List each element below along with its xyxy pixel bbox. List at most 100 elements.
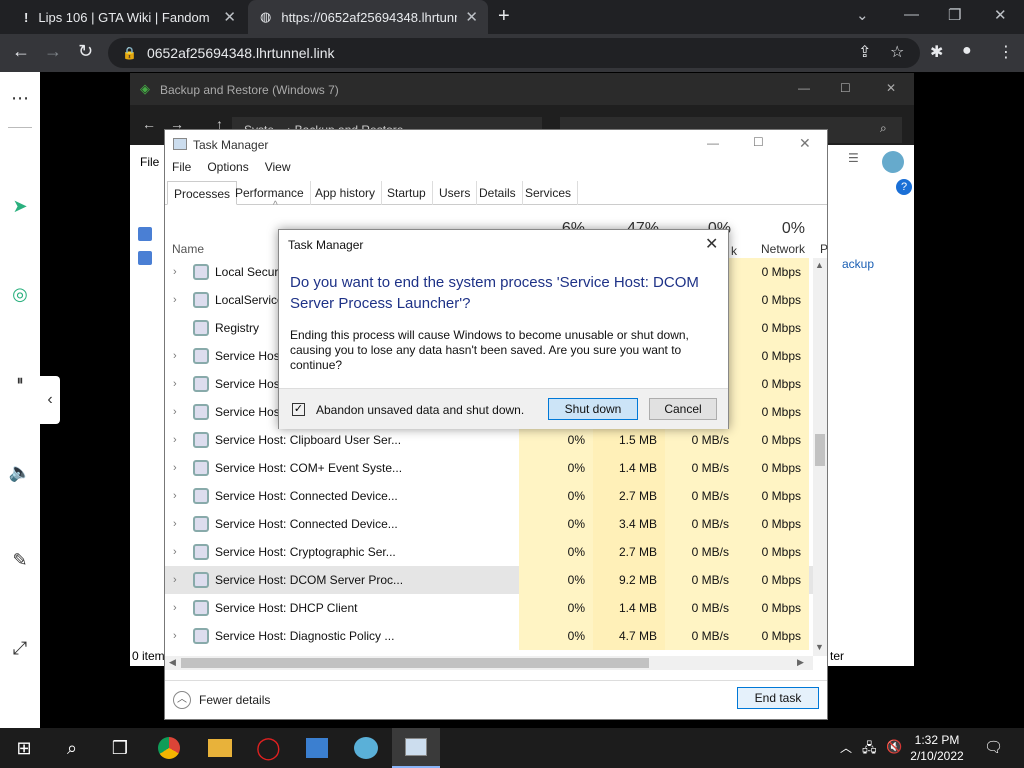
chevron-right-icon[interactable]: › — [173, 574, 177, 586]
maximize-icon[interactable]: ☐ — [753, 135, 764, 149]
chevron-right-icon[interactable]: › — [173, 350, 177, 362]
close-icon[interactable]: ✕ — [799, 135, 811, 152]
restore-icon[interactable]: ❐ — [948, 6, 961, 24]
column-power-partial[interactable]: P — [820, 242, 828, 256]
scroll-thumb[interactable] — [181, 658, 649, 668]
table-row[interactable]: › Service Host: DCOM Server Proc... 0% 9.2 … — [165, 566, 815, 594]
table-row[interactable]: › Service Host: DHCP Client 0% 1.4 MB 0 MB/s… — [165, 594, 815, 622]
abandon-data-checkbox[interactable]: ✓ — [292, 403, 305, 416]
table-row[interactable]: › Service Host: Diagnostic Policy ... 0% 4.… — [165, 622, 815, 650]
end-task-button[interactable]: End task — [737, 687, 819, 709]
tab-performance[interactable]: Performance — [229, 181, 311, 205]
fewer-details-button[interactable]: ︿ Fewer details — [173, 691, 270, 709]
pause-icon[interactable]: ⏸ — [0, 372, 40, 389]
address-bar[interactable]: 🔒 0652af25694348.lhrtunnel.link — [108, 38, 920, 68]
scroll-right-icon[interactable]: ▶ — [797, 657, 804, 668]
close-icon[interactable]: ✕ — [705, 234, 718, 254]
edit-icon[interactable]: ✎ — [0, 550, 40, 571]
backup-link[interactable]: ackup — [842, 257, 874, 271]
file-menu[interactable]: File — [140, 155, 159, 169]
cursor-icon[interactable]: ➤ — [0, 196, 40, 217]
tab-search-icon[interactable]: ⌄ — [856, 6, 869, 24]
browser-tab-fandom[interactable]: ! Lips 106 | GTA Wiki | Fandom ✕ — [12, 0, 246, 34]
column-network-percent[interactable]: 0% — [741, 220, 805, 238]
close-icon[interactable]: ✕ — [886, 81, 896, 95]
column-name[interactable]: Name — [172, 242, 204, 256]
fullscreen-icon[interactable]: ⤢ — [0, 638, 40, 659]
tab-app-history[interactable]: App history — [309, 181, 383, 205]
back-icon[interactable]: ← — [12, 41, 30, 62]
scroll-up-icon[interactable]: ▲ — [815, 260, 824, 270]
scroll-thumb[interactable] — [815, 434, 825, 466]
more-icon[interactable]: ⋯ — [0, 88, 40, 109]
chevron-right-icon[interactable]: › — [173, 602, 177, 614]
chevron-right-icon[interactable]: › — [173, 518, 177, 530]
tab-users[interactable]: Users — [433, 181, 478, 205]
chevron-right-icon[interactable]: › — [173, 434, 177, 446]
bookmark-star-icon[interactable]: ☆ — [890, 42, 904, 62]
back-icon[interactable]: ← — [142, 116, 156, 132]
chevron-right-icon[interactable]: › — [173, 266, 177, 278]
windows-start-icon[interactable]: ⊞ — [12, 736, 36, 760]
toolbar-icon[interactable]: ☰ — [848, 151, 859, 165]
column-network[interactable]: Network — [741, 242, 805, 256]
minimize-icon[interactable]: — — [707, 136, 719, 150]
menu-icon[interactable]: ⋮ — [998, 42, 1014, 62]
help-icon[interactable]: ? — [896, 179, 912, 195]
reload-icon[interactable]: ↻ — [78, 41, 93, 62]
profile-icon[interactable]: ● — [962, 42, 972, 60]
search-icon[interactable]: ⌕ — [60, 736, 84, 760]
cancel-button[interactable]: Cancel — [649, 398, 717, 420]
tab-startup[interactable]: Startup — [381, 181, 433, 205]
volume-icon[interactable]: 🔈 — [0, 462, 40, 483]
share-icon[interactable]: ⇪ — [858, 42, 871, 62]
chevron-right-icon[interactable]: › — [173, 406, 177, 418]
chevron-right-icon[interactable]: › — [173, 546, 177, 558]
new-tab-button[interactable]: + — [498, 5, 510, 28]
table-row[interactable]: › Service Host: Cryptographic Ser... 0% 2.7… — [165, 538, 815, 566]
tab-processes[interactable]: Processes — [167, 181, 238, 205]
table-row[interactable]: › Service Host: Connected Device... 0% 2.7 … — [165, 482, 815, 510]
chevron-right-icon[interactable]: › — [173, 490, 177, 502]
menu-view[interactable]: View — [265, 160, 291, 180]
column-disk-label-partial[interactable]: k — [731, 244, 737, 258]
tab-services[interactable]: Services — [519, 181, 579, 205]
menu-file[interactable]: File — [172, 160, 191, 180]
minimize-icon[interactable]: — — [904, 6, 919, 23]
notifications-icon[interactable]: 🗨 — [984, 738, 1003, 756]
table-row[interactable]: › Service Host: Clipboard User Ser... 0% 1.… — [165, 426, 815, 454]
menu-options[interactable]: Options — [207, 160, 248, 180]
chevron-right-icon[interactable]: › — [173, 378, 177, 390]
network-globe-icon[interactable] — [354, 737, 378, 759]
browser-tab-tunnel[interactable]: ◍ https://0652af25694348.lhrtunnel.link … — [248, 0, 488, 34]
shutdown-button[interactable]: Shut down — [548, 398, 638, 420]
close-window-icon[interactable]: ✕ — [994, 6, 1007, 24]
task-manager-taskbar-button[interactable] — [392, 728, 440, 768]
task-view-icon[interactable]: ❒ — [108, 736, 132, 760]
horizontal-scrollbar[interactable]: ◀ ▶ — [165, 656, 813, 670]
table-row[interactable]: › Service Host: Connected Device... 0% 3.4 … — [165, 510, 815, 538]
close-tab-icon[interactable]: ✕ — [223, 8, 236, 26]
chevron-right-icon[interactable]: › — [173, 462, 177, 474]
chevron-right-icon[interactable]: › — [173, 294, 177, 306]
vertical-scrollbar[interactable]: ▲ ▼ — [813, 258, 827, 656]
chevron-right-icon[interactable]: › — [173, 630, 177, 642]
table-row[interactable]: › Service Host: COM+ Event Syste... 0% 1.4 … — [165, 454, 815, 482]
scroll-down-icon[interactable]: ▼ — [815, 642, 824, 652]
forward-icon[interactable]: → — [44, 41, 62, 62]
clock[interactable]: 1:32 PM 2/10/2022 — [900, 732, 974, 764]
collapse-toolbar-button[interactable]: ‹ — [40, 376, 60, 424]
tab-details[interactable]: Details — [473, 181, 523, 205]
opera-icon[interactable]: ◯ — [256, 736, 281, 760]
hide-eye-icon[interactable]: ◎ — [0, 284, 40, 305]
control-panel-icon[interactable] — [306, 738, 328, 758]
chevron-up-icon[interactable]: ︿ — [840, 739, 852, 756]
close-tab-icon[interactable]: ✕ — [465, 8, 478, 26]
extensions-icon[interactable]: ✱ — [930, 42, 943, 62]
file-explorer-icon[interactable] — [208, 739, 232, 757]
minimize-icon[interactable]: — — [798, 81, 810, 95]
chrome-icon[interactable] — [158, 737, 180, 759]
network-icon[interactable]: 🖧 — [862, 739, 877, 761]
checkbox-label[interactable]: Abandon unsaved data and shut down. — [316, 403, 524, 417]
scroll-left-icon[interactable]: ◀ — [169, 657, 176, 668]
